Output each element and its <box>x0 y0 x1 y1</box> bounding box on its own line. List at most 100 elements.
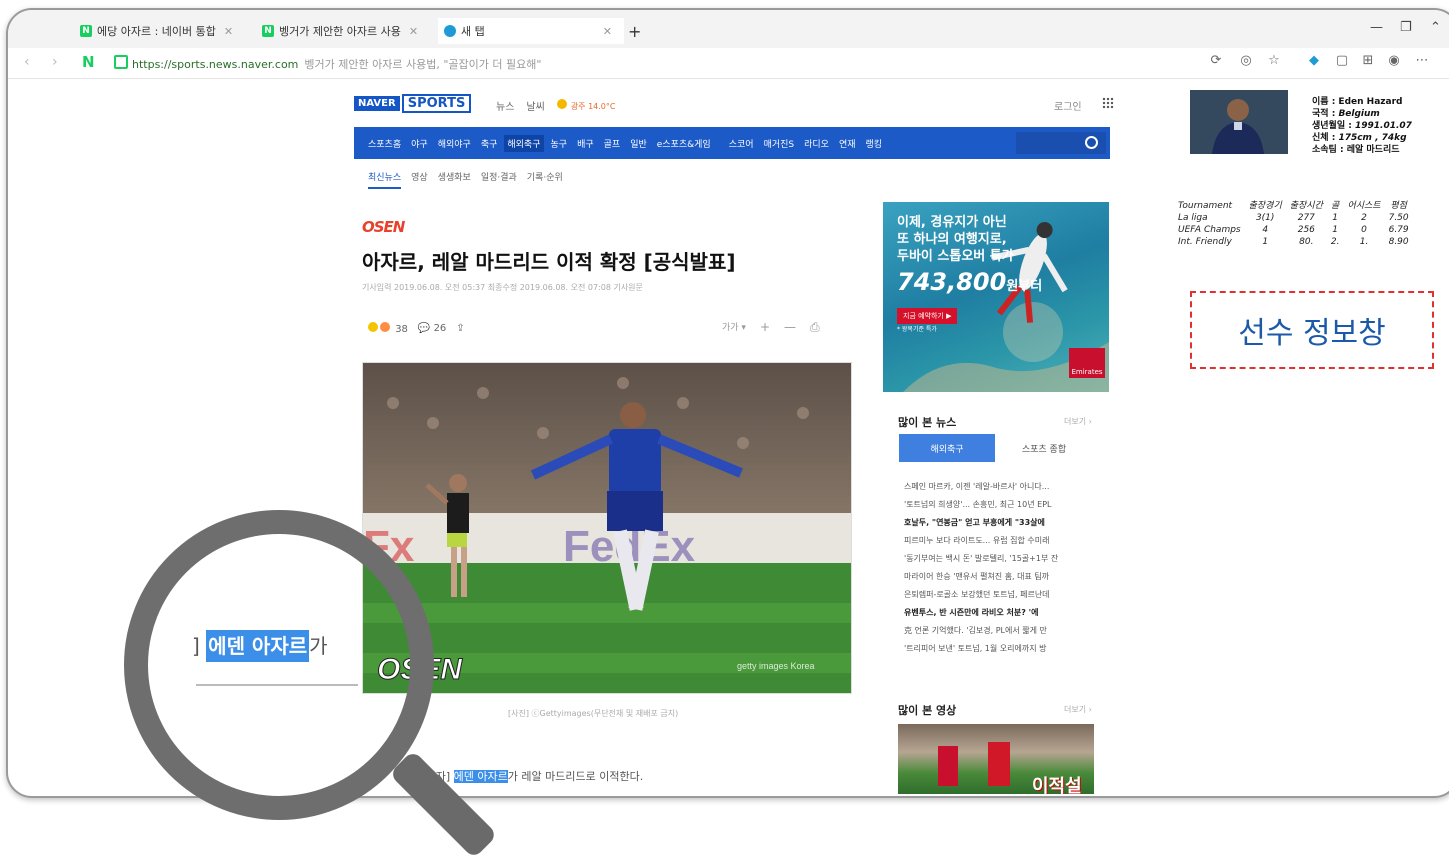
comment-icon: 💬 <box>417 323 431 334</box>
stats-cell: 1 <box>1332 213 1339 223</box>
player-photo <box>1190 90 1288 154</box>
nav-item[interactable]: 매거진S <box>764 137 795 150</box>
sub-nav-item[interactable]: 생생화보 <box>438 170 471 189</box>
address-bar: ‹ › N https://sports.news.naver.com 벵거가 제… <box>8 48 1449 79</box>
naver-favicon-icon: N <box>80 25 92 37</box>
news-list-item[interactable]: '토트넘의 희생양'... 손흥민, 최근 10년 EPL <box>904 496 1100 514</box>
tab-search[interactable]: N 에당 아자르 : 네이버 통합 ✕ <box>80 18 233 44</box>
stats-header: 출장경기 <box>1248 201 1282 211</box>
ad-book-button[interactable]: 지금 예약하기 ▶ <box>897 308 958 324</box>
stats-header: Tournament <box>1178 201 1233 211</box>
nav-item[interactable]: 해외야구 <box>438 137 471 150</box>
close-tab-icon[interactable]: ✕ <box>224 25 233 38</box>
nav-item[interactable]: 골프 <box>604 137 621 150</box>
url-field[interactable]: https://sports.news.naver.com 벵거가 제안한 아자르… <box>132 56 541 72</box>
new-tab-button[interactable]: + <box>628 18 641 44</box>
emirates-ad[interactable]: 이제, 경유지가 아닌 또 하나의 여행지로, 두바이 스톱오버 특가 743,… <box>883 202 1109 392</box>
nav-item[interactable]: 스코어 <box>729 137 754 150</box>
news-link[interactable]: 뉴스 <box>496 98 514 113</box>
reader-icon[interactable]: ▢ <box>1334 53 1350 69</box>
stats-header-row: Tournament 출장경기 출장시간 골 어시스트 평점 <box>1174 200 1413 212</box>
close-tab-icon[interactable]: ✕ <box>603 25 612 38</box>
player-image <box>1190 90 1288 154</box>
restore-icon[interactable]: ❐ <box>1400 20 1412 35</box>
search-input[interactable] <box>1016 132 1106 154</box>
nav-item[interactable]: 해외축구 <box>504 135 544 152</box>
news-list-item[interactable]: 스페인 마르카, 이젠 '레알-바르사' 아니다... <box>904 478 1100 496</box>
more-link[interactable]: 더보기 › <box>1064 416 1092 427</box>
whale-icon[interactable]: ◆ <box>1306 53 1322 69</box>
comment-button[interactable]: 💬 26 <box>418 323 446 334</box>
news-list-item[interactable]: 피르미누 보다 라이트도... 유럽 집합 수미래 <box>904 532 1100 550</box>
tab-new[interactable]: 새 탭 ✕ <box>438 18 624 44</box>
weather-link[interactable]: 날씨 <box>526 98 544 113</box>
sub-nav-item[interactable]: 영상 <box>411 170 428 189</box>
news-list-item[interactable]: 은퇴렙퍼-로골소 보강했던 토트넘, 페르난데 <box>904 586 1100 604</box>
nav-item[interactable]: 랭킹 <box>866 137 883 150</box>
nav-item[interactable]: 야구 <box>411 137 428 150</box>
share-icon[interactable]: ⇪ <box>456 323 464 334</box>
font-icon[interactable]: 가가 ▾ <box>722 320 746 335</box>
stats-cell: 3(1) <box>1255 213 1275 223</box>
search-icon[interactable] <box>1085 136 1098 149</box>
news-list-item[interactable]: '트리피어 보낸' 토트넘, 1월 오리에까지 방 <box>904 640 1100 658</box>
sub-nav-item[interactable]: 일정·결과 <box>481 170 517 189</box>
stats-cell: 4 <box>1262 225 1269 235</box>
news-list-item[interactable]: 克 언론 기억했다. '김보경, PL에서 짧게 만 <box>904 622 1100 640</box>
osen-logo[interactable]: OSEN <box>362 218 405 236</box>
stats-cell: 1 <box>1262 237 1269 247</box>
nav-items: 스포츠홈 야구 해외야구 축구 해외축구 농구 배구 골프 일반 e스포츠&게임 스코어 매거진S 라디… <box>368 135 883 152</box>
tab-article[interactable]: N 벵거가 제안한 아자르 사용 ✕ <box>262 18 418 44</box>
nav-item[interactable]: e스포츠&게임 <box>657 137 711 150</box>
profile-icon[interactable]: ◉ <box>1386 53 1402 69</box>
video-thumb-text: 이적설 <box>1032 776 1082 794</box>
selected-text[interactable]: 에덴 아자르 <box>453 770 508 783</box>
photo-caption: [사진] ⓒGettyimages(무단전재 및 재배포 금지) <box>508 709 679 718</box>
stats-row: La liga 3(1) 277 1 2 7.50 <box>1174 212 1413 224</box>
sub-nav-item[interactable]: 기록·순위 <box>527 170 563 189</box>
refresh-icon[interactable]: ⟳ <box>1208 53 1224 69</box>
tab-overseas-soccer[interactable]: 해외축구 <box>899 434 995 462</box>
sidebar-collapse-icon[interactable]: ⌃ <box>1430 20 1441 35</box>
sun-icon <box>556 99 567 109</box>
news-list-item[interactable]: '동기부여는 백시 돈' 발로텔리, '15골+1부 잔 <box>904 550 1100 568</box>
stats-cell: 80. <box>1299 237 1314 247</box>
stats-header: 출장시간 <box>1289 201 1323 211</box>
back-icon[interactable]: ‹ <box>24 54 30 70</box>
login-link[interactable]: 로그인 <box>1054 98 1082 113</box>
minimize-icon[interactable]: — <box>1370 20 1383 35</box>
close-tab-icon[interactable]: ✕ <box>409 25 418 38</box>
nav-item[interactable]: 라디오 <box>804 137 829 150</box>
shield-icon[interactable]: ◎ <box>1238 53 1254 69</box>
stats-cell: 0 <box>1361 225 1367 235</box>
news-list-item[interactable]: 유벤투스, 반 시즌만에 라비오 처분? '에 <box>904 604 1100 622</box>
sub-nav-item[interactable]: 최신뉴스 <box>368 170 402 189</box>
bookmark-star-icon[interactable]: ☆ <box>1266 53 1282 69</box>
split-view-icon[interactable]: ⊞ <box>1360 53 1376 69</box>
nav-item[interactable]: 일반 <box>630 137 647 150</box>
tab-sports-all[interactable]: 스포츠 종합 <box>995 434 1093 462</box>
naver-logo-icon[interactable]: N <box>82 53 95 71</box>
weather-widget[interactable]: 광주 14.0°C <box>556 99 615 112</box>
nav-item[interactable]: 농구 <box>551 137 568 150</box>
hazard-celebration-image: Fx FedEx OSEN getty images Korea <box>363 363 851 693</box>
news-list-item[interactable]: 마라이어 한승 '맨유서 펼쳐진 홈, 대표 팀까 <box>904 568 1100 586</box>
photo-credit: getty images Korea <box>737 661 815 671</box>
nav-item[interactable]: 배구 <box>577 137 594 150</box>
nav-item[interactable]: 연재 <box>839 137 856 150</box>
more-menu-icon[interactable]: ⋯ <box>1414 53 1430 69</box>
news-list-item[interactable]: 호날두, "연봉금" 얻고 부흥에게 "33살에 <box>904 514 1100 532</box>
zoom-in-icon[interactable]: + <box>760 320 770 335</box>
more-link[interactable]: 더보기 › <box>1064 704 1092 715</box>
zoom-out-icon[interactable]: — <box>784 320 796 335</box>
nav-item[interactable]: 축구 <box>481 137 498 150</box>
ad-note: * 왕복기준 특가 <box>897 326 937 333</box>
reaction-button[interactable]: 38 <box>368 322 408 335</box>
apps-grid-icon[interactable] <box>1102 97 1114 109</box>
naver-sports-logo[interactable]: NAVER SPORTS <box>354 94 472 113</box>
stats-cell: La liga <box>1178 213 1208 223</box>
forward-icon[interactable]: › <box>52 54 58 70</box>
print-icon[interactable]: ⎙ <box>810 320 820 335</box>
nav-item[interactable]: 스포츠홈 <box>368 137 401 150</box>
video-thumbnail[interactable]: 이적설 <box>898 724 1094 794</box>
